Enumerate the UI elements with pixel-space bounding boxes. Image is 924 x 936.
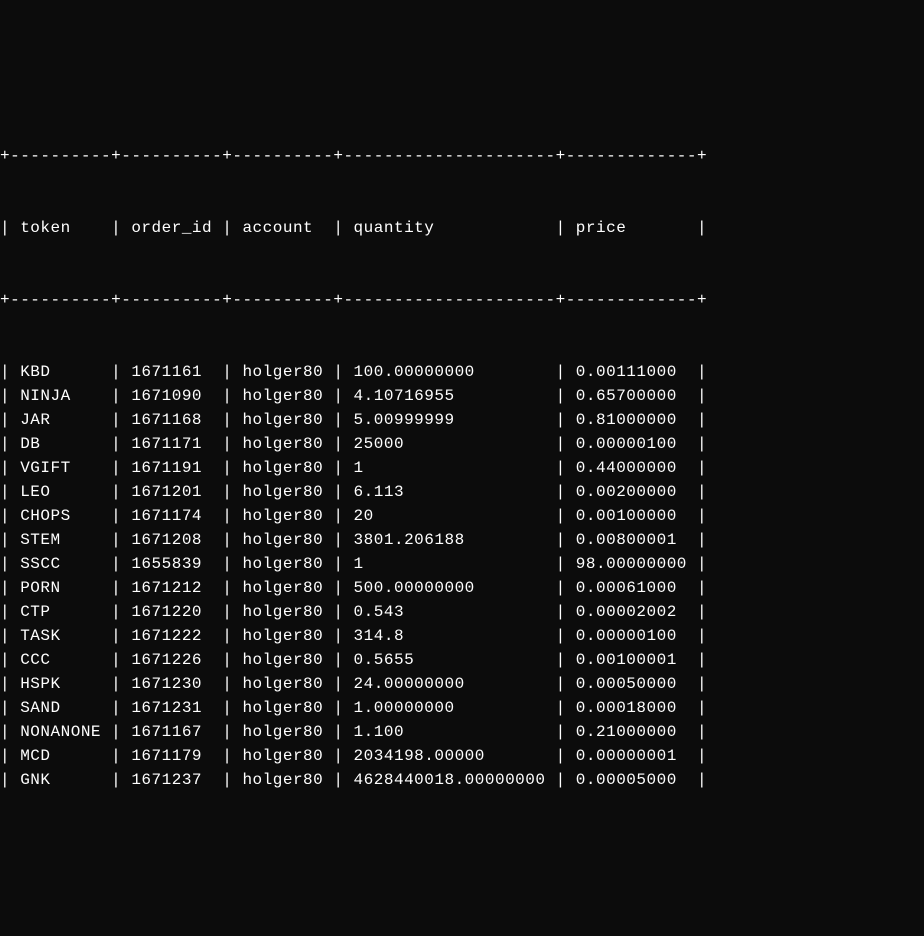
table-header-row: | token | order_id | account | quantity … <box>0 216 924 240</box>
table-border-mid: +----------+----------+----------+------… <box>0 288 924 312</box>
table-row: | TASK | 1671222 | holger80 | 314.8 | 0.… <box>0 624 924 648</box>
table-row: | KBD | 1671161 | holger80 | 100.0000000… <box>0 360 924 384</box>
terminal-output: +----------+----------+----------+------… <box>0 96 924 816</box>
table-row: | PORN | 1671212 | holger80 | 500.000000… <box>0 576 924 600</box>
table-row: | DB | 1671171 | holger80 | 25000 | 0.00… <box>0 432 924 456</box>
table-border-top: +----------+----------+----------+------… <box>0 144 924 168</box>
table-row: | CTP | 1671220 | holger80 | 0.543 | 0.0… <box>0 600 924 624</box>
table-row: | LEO | 1671201 | holger80 | 6.113 | 0.0… <box>0 480 924 504</box>
table-row: | SAND | 1671231 | holger80 | 1.00000000… <box>0 696 924 720</box>
table-row: | CCC | 1671226 | holger80 | 0.5655 | 0.… <box>0 648 924 672</box>
table-row: | VGIFT | 1671191 | holger80 | 1 | 0.440… <box>0 456 924 480</box>
table-row: | SSCC | 1655839 | holger80 | 1 | 98.000… <box>0 552 924 576</box>
table-row: | STEM | 1671208 | holger80 | 3801.20618… <box>0 528 924 552</box>
table-row: | JAR | 1671168 | holger80 | 5.00999999 … <box>0 408 924 432</box>
table-body: | KBD | 1671161 | holger80 | 100.0000000… <box>0 360 924 792</box>
table-row: | NONANONE | 1671167 | holger80 | 1.100 … <box>0 720 924 744</box>
table-row: | GNK | 1671237 | holger80 | 4628440018.… <box>0 768 924 792</box>
table-row: | HSPK | 1671230 | holger80 | 24.0000000… <box>0 672 924 696</box>
table-row: | MCD | 1671179 | holger80 | 2034198.000… <box>0 744 924 768</box>
table-row: | NINJA | 1671090 | holger80 | 4.1071695… <box>0 384 924 408</box>
